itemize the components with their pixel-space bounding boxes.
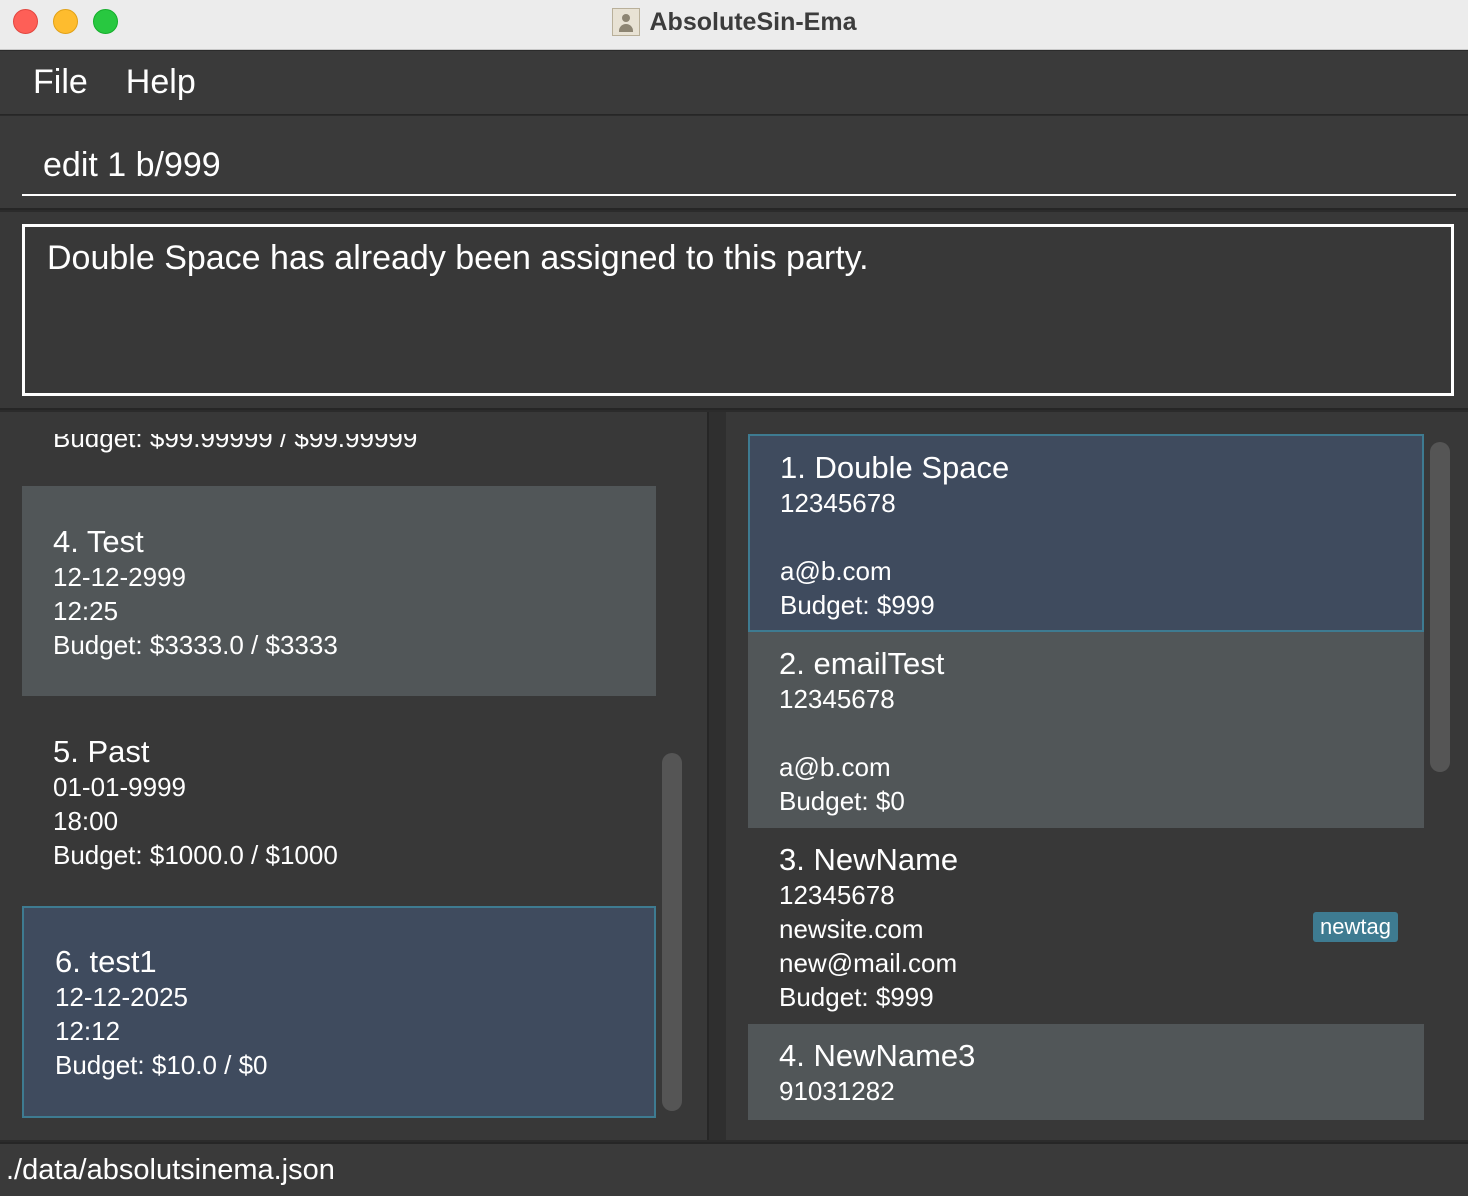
- menu-help[interactable]: Help: [126, 63, 196, 102]
- contact-name: 2. emailTest: [779, 646, 945, 681]
- status-bar: ./data/absolutsinema.json: [0, 1142, 1468, 1196]
- window-title: AbsoluteSin-Ema: [649, 7, 857, 36]
- event-list-panel: Budget: $99.99999 / $99.99999 4. Test 12…: [0, 412, 709, 1140]
- event-date: 12-12-2025: [55, 982, 188, 1012]
- contact-budget: Budget: $0: [779, 786, 905, 816]
- title-bar: AbsoluteSin-Ema: [0, 0, 1468, 50]
- command-input[interactable]: [22, 136, 1456, 196]
- result-display: Double Space has already been assigned t…: [22, 224, 1454, 396]
- contact-website: [779, 716, 944, 750]
- contact-phone: 91031282: [779, 1076, 895, 1106]
- event-name: 6. test1: [55, 944, 157, 979]
- event-card[interactable]: 5. Past 01-01-9999 18:00 Budget: $1000.0…: [22, 696, 656, 906]
- event-date: 01-01-9999: [53, 772, 186, 802]
- panel-divider[interactable]: [709, 412, 726, 1140]
- contact-card[interactable]: 3. NewName 12345678 newsite.com new@mail…: [748, 828, 1424, 1024]
- contact-email: a@b.com: [780, 556, 892, 586]
- contact-phone: 12345678: [779, 684, 895, 714]
- contact-phone: 12345678: [779, 880, 895, 910]
- contact-website: [780, 520, 1009, 554]
- menu-bar: File Help: [0, 51, 1468, 115]
- contact-name: 4. NewName3: [779, 1038, 976, 1073]
- menu-file[interactable]: File: [33, 63, 88, 102]
- event-card-selected[interactable]: 6. test1 12-12-2025 12:12 Budget: $10.0 …: [22, 906, 656, 1118]
- contact-email: new@mail.com: [779, 948, 958, 978]
- event-name: 4. Test: [53, 524, 144, 559]
- contact-phone: 12345678: [780, 488, 896, 518]
- event-time: 18:00: [53, 806, 119, 836]
- event-card[interactable]: 4. Test 12-12-2999 12:25 Budget: $3333.0…: [22, 486, 656, 696]
- contact-email: a@b.com: [779, 752, 891, 782]
- event-list-scrollbar[interactable]: [662, 753, 682, 1111]
- save-location: ./data/absolutsinema.json: [6, 1153, 335, 1186]
- contact-list-scrollbar[interactable]: [1430, 442, 1450, 772]
- event-time: 12:12: [55, 1016, 121, 1046]
- contact-name: 1. Double Space: [780, 450, 1010, 485]
- contact-website: newsite.com: [779, 914, 924, 944]
- contact-budget: Budget: $999: [780, 590, 935, 620]
- contact-list-panel: 1. Double Space 12345678 a@b.com Budget:…: [726, 412, 1468, 1140]
- contact-tag: newtag: [1313, 912, 1398, 942]
- contact-card-selected[interactable]: 1. Double Space 12345678 a@b.com Budget:…: [748, 434, 1424, 632]
- event-time: 12:25: [53, 596, 119, 626]
- contact-name: 3. NewName: [779, 842, 959, 877]
- app-icon: [611, 8, 640, 36]
- event-budget: Budget: $1000.0 / $1000: [53, 840, 338, 870]
- result-display-area: Double Space has already been assigned t…: [0, 212, 1468, 410]
- contact-budget: Budget: $999: [779, 982, 934, 1012]
- event-date: 12-12-2999: [53, 562, 186, 592]
- command-box-area: [0, 116, 1468, 210]
- event-name: 5. Past: [53, 734, 150, 769]
- event-budget: Budget: $10.0 / $0: [55, 1050, 268, 1080]
- event-list[interactable]: Budget: $99.99999 / $99.99999 4. Test 12…: [22, 434, 656, 1130]
- event-card-partial[interactable]: Budget: $99.99999 / $99.99999: [22, 434, 656, 486]
- event-budget: Budget: $99.99999 / $99.99999: [53, 434, 418, 453]
- contact-card[interactable]: 4. NewName3 91031282: [748, 1024, 1424, 1120]
- title-group: AbsoluteSin-Ema: [0, 0, 1468, 44]
- event-budget: Budget: $3333.0 / $3333: [53, 630, 338, 660]
- contact-card[interactable]: 2. emailTest 12345678 a@b.com Budget: $0: [748, 632, 1424, 828]
- contact-list[interactable]: 1. Double Space 12345678 a@b.com Budget:…: [748, 434, 1424, 1120]
